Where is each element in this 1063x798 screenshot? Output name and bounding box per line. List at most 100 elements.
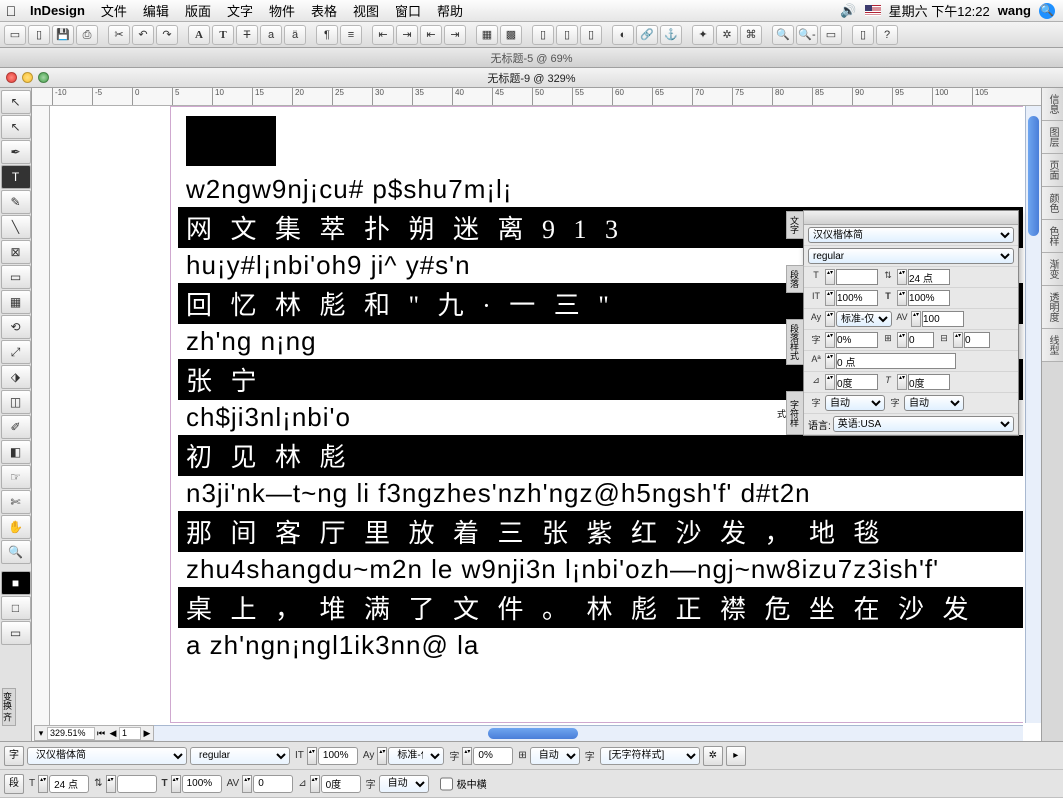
menu-edit[interactable]: 编辑 <box>135 1 177 20</box>
text-line[interactable]: a zh'ngn¡ngl1ik3nn@ la <box>178 628 1023 663</box>
line-tool[interactable]: ╲ <box>1 215 31 239</box>
rectangle-tool[interactable]: ▭ <box>1 265 31 289</box>
para-panel-button[interactable]: ≡ <box>340 25 362 45</box>
text-line[interactable]: 桌 上 ， 堆 满 了 文 件 。 林 彪 正 襟 危 坐 在 沙 发 <box>178 587 1023 628</box>
panel-tab[interactable]: 颜色 <box>1042 187 1063 220</box>
stepper[interactable]: ▴▾ <box>171 775 181 793</box>
panel-tab[interactable]: 图层 <box>1042 121 1063 154</box>
new-doc-button[interactable]: ▭ <box>4 25 26 45</box>
stepper[interactable]: ▴▾ <box>897 332 907 348</box>
stepper[interactable]: ▴▾ <box>897 269 907 285</box>
stepper[interactable]: ▴▾ <box>825 332 835 348</box>
page-next-icon[interactable]: ▶ <box>141 728 153 739</box>
stepper[interactable]: ▴▾ <box>106 775 116 793</box>
stepper[interactable]: ▴▾ <box>825 269 835 285</box>
kumi-input[interactable] <box>908 332 934 348</box>
stepper[interactable]: ▴▾ <box>825 353 835 369</box>
outdent-button[interactable]: ⇤ <box>420 25 442 45</box>
hand-tool[interactable]: ✋ <box>1 515 31 539</box>
stepper[interactable]: ▴▾ <box>310 775 320 793</box>
zoom-tool[interactable]: 🔍 <box>1 540 31 564</box>
leading-input[interactable] <box>908 269 950 285</box>
app-name[interactable]: InDesign <box>22 3 93 18</box>
pen-tool[interactable]: ✒ <box>1 140 31 164</box>
zoom-window-button[interactable] <box>38 72 49 83</box>
document-tab-active[interactable]: 无标题-9 @ 329% <box>0 68 1063 88</box>
bold-button[interactable]: A <box>188 25 210 45</box>
page-button[interactable]: ▯ <box>852 25 874 45</box>
text-line[interactable]: 那 间 客 厅 里 放 着 三 张 紫 红 沙 发 ， 地 毯 <box>178 511 1023 552</box>
help-button[interactable]: ? <box>876 25 898 45</box>
stepper[interactable]: ▴▾ <box>953 332 963 348</box>
align-btn-3[interactable]: ▯ <box>580 25 602 45</box>
input-source-flag-icon[interactable] <box>865 5 881 16</box>
ctrl-leading[interactable] <box>117 775 157 793</box>
text-line[interactable]: n3ji'nk—t~ng li f3ngzhes'nzh'ngz@h5ngsh'… <box>178 476 1023 511</box>
rotate-input[interactable] <box>908 374 950 390</box>
zoom-input[interactable] <box>47 727 95 740</box>
fill-swatch[interactable]: ■ <box>1 571 31 595</box>
text-line[interactable]: 初 见 林 彪 <box>178 435 1023 476</box>
menu-table[interactable]: 表格 <box>303 1 345 20</box>
stroke-swatch[interactable]: □ <box>1 596 31 620</box>
menu-file[interactable]: 文件 <box>93 1 135 20</box>
kerning-select[interactable]: 标准-仅罗 <box>836 311 892 327</box>
grid-tool[interactable]: ▦ <box>1 290 31 314</box>
kumi2-input[interactable] <box>964 332 990 348</box>
glyph-button[interactable]: ä <box>284 25 306 45</box>
fit-button[interactable]: ▭ <box>820 25 842 45</box>
stepper[interactable]: ▴▾ <box>38 775 48 793</box>
menu-help[interactable]: 帮助 <box>429 1 471 20</box>
panel-tab[interactable]: 线型 <box>1042 329 1063 362</box>
stepper[interactable]: ▴▾ <box>307 747 317 765</box>
language-select[interactable]: 英语:USA <box>833 416 1014 432</box>
frame2-button[interactable]: ▩ <box>500 25 522 45</box>
selection-tool[interactable]: ↖ <box>1 90 31 114</box>
ctrl-vscale[interactable] <box>318 747 358 765</box>
menu-layout[interactable]: 版面 <box>177 1 219 20</box>
direct-selection-tool[interactable]: ↖ <box>1 115 31 139</box>
zoom-down-icon[interactable]: ▾ <box>35 728 47 739</box>
zoom-in-button[interactable]: 🔍+ <box>772 25 794 45</box>
document-tab-inactive[interactable]: 无标题-5 @ 69% <box>0 48 1063 68</box>
menu-type[interactable]: 文字 <box>219 1 261 20</box>
stepper[interactable]: ▴▾ <box>825 290 835 306</box>
pencil-tool[interactable]: ✎ <box>1 190 31 214</box>
textwrap-button[interactable]: ◐ <box>612 25 634 45</box>
vertical-scrollbar[interactable] <box>1025 106 1041 723</box>
scale-tool[interactable]: ⤢ <box>1 340 31 364</box>
ctrl-size[interactable] <box>49 775 89 793</box>
auto-a-select[interactable]: 自动 <box>825 395 885 411</box>
button-tool[interactable]: ☞ <box>1 465 31 489</box>
rectangle-frame-tool[interactable]: ⊠ <box>1 240 31 264</box>
scissors-tool[interactable]: ✄ <box>1 490 31 514</box>
ctrl-auto-b[interactable]: 自动 <box>379 775 429 793</box>
menu-view[interactable]: 视图 <box>345 1 387 20</box>
ctrl-base[interactable] <box>321 775 361 793</box>
ctrl-kerning[interactable]: 标准-仅 <box>388 747 444 765</box>
stepper[interactable]: ▴▾ <box>462 747 472 765</box>
hscale-input[interactable] <box>908 290 950 306</box>
link-button[interactable]: 🔗 <box>636 25 658 45</box>
transform-side-tab[interactable]: 变换 齐 <box>2 688 16 726</box>
stepper[interactable]: ▴▾ <box>377 747 387 765</box>
apple-menu-icon[interactable]:  <box>0 3 22 19</box>
rotate-tool[interactable]: ⟲ <box>1 315 31 339</box>
save-button[interactable]: 💾 <box>52 25 74 45</box>
gradient-tool[interactable]: ◧ <box>1 440 31 464</box>
clock[interactable]: 星期六 下午12:22 <box>889 1 990 20</box>
redo-button[interactable]: ↷ <box>156 25 178 45</box>
close-window-button[interactable] <box>6 72 17 83</box>
panel-header[interactable] <box>804 211 1018 225</box>
char-panel-button[interactable]: a <box>260 25 282 45</box>
menu-object[interactable]: 物件 <box>261 1 303 20</box>
panel-tab[interactable]: 透明度 <box>1042 286 1063 329</box>
page-prev-icon[interactable]: ◀ <box>107 728 119 739</box>
vertical-ruler[interactable] <box>32 106 50 741</box>
quick-apply-button[interactable]: ✲ <box>703 746 723 766</box>
indent-button[interactable]: ⇥ <box>444 25 466 45</box>
panel-tab-paragraph[interactable]: 段落 <box>786 265 804 293</box>
shear-tool[interactable]: ⬗ <box>1 365 31 389</box>
stepper[interactable]: ▴▾ <box>825 374 835 390</box>
ctrl-char[interactable] <box>473 747 513 765</box>
